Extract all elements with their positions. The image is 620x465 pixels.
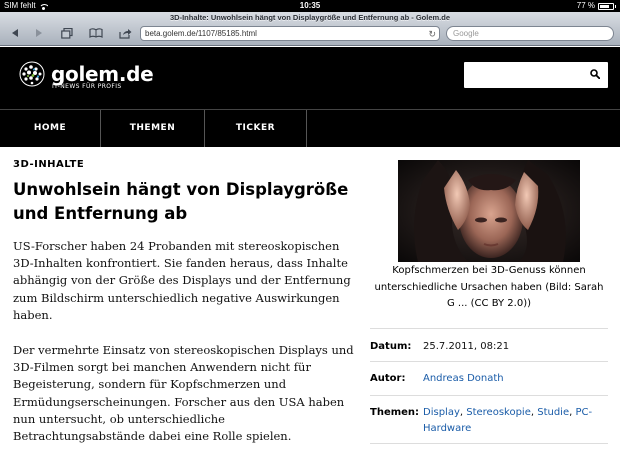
article-kicker: 3D-INHALTE	[13, 159, 85, 170]
browser-toolbar: 3D-Inhalte: Unwohlsein hängt von Display…	[0, 12, 620, 46]
forward-icon	[36, 29, 42, 37]
battery-status: 77 %	[577, 0, 616, 12]
topics-label: Themen:	[370, 407, 420, 418]
meta-author: Autor: Andreas Donath	[370, 361, 608, 395]
status-bar: SIM fehlt 10:35 77 %	[0, 0, 620, 12]
reload-icon[interactable]: ↻	[428, 28, 436, 41]
bookmarks-button[interactable]	[87, 26, 105, 40]
meta-topics: Themen: Display, Stereoskopie, Studie, P…	[370, 395, 608, 443]
tabs-button[interactable]	[58, 26, 76, 40]
topic-link[interactable]: Display	[423, 407, 460, 418]
share-icon	[118, 28, 131, 39]
address-bar[interactable]: beta.golem.de/1107/85185.html ↻	[140, 26, 440, 41]
back-button[interactable]	[6, 26, 24, 40]
bookmarks-icon	[89, 28, 103, 38]
author-link[interactable]: Andreas Donath	[423, 373, 504, 384]
site-logo[interactable]: golem.de IT-NEWS FÜR PROFIS	[18, 60, 154, 90]
forward-button[interactable]	[30, 26, 48, 40]
meta-divider	[370, 443, 608, 444]
url-text[interactable]: beta.golem.de/1107/85185.html	[145, 29, 257, 38]
site-search-input[interactable]	[464, 62, 608, 88]
battery-percent: 77 %	[576, 1, 595, 10]
nav-home[interactable]: HOME	[0, 110, 101, 147]
browser-search-field[interactable]: Google	[446, 26, 614, 41]
battery-icon	[598, 2, 614, 10]
logo-text: golem.de	[51, 62, 154, 86]
date-value: 25.7.2011, 08:21	[423, 341, 510, 352]
meta-date: Datum: 25.7.2011, 08:21	[370, 328, 608, 360]
article-image[interactable]	[398, 160, 580, 262]
logo-tagline: IT-NEWS FÜR PROFIS	[52, 83, 122, 90]
main-nav: HOME THEMEN TICKER	[0, 109, 620, 147]
article-headline: Unwohlsein hängt von Displaygröße und En…	[13, 180, 349, 223]
share-button[interactable]	[116, 26, 134, 40]
article-teaser: US-Forscher haben 24 Probanden mit stere…	[13, 239, 351, 322]
back-icon	[12, 29, 18, 37]
image-caption: Kopfschmerzen bei 3D-Genuss können unter…	[374, 265, 604, 309]
browser-page-title: 3D-Inhalte: Unwohlsein hängt von Display…	[169, 13, 450, 22]
search-icon[interactable]	[590, 69, 600, 79]
tabs-icon	[61, 27, 73, 39]
article-paragraph: Der vermehrte Einsatz von stereoskopisch…	[13, 343, 354, 444]
topics-list: Display, Stereoskopie, Studie, PC-Hardwa…	[423, 405, 608, 437]
author-label: Autor:	[370, 373, 406, 384]
headache-photo-icon	[398, 160, 580, 262]
clock: 10:35	[299, 1, 321, 10]
nav-ticker[interactable]: TICKER	[205, 110, 307, 147]
date-label: Datum:	[370, 341, 412, 352]
topic-link[interactable]: Studie	[537, 407, 569, 418]
logo-mark-icon	[19, 61, 45, 87]
search-placeholder: Google	[453, 29, 479, 38]
nav-themen[interactable]: THEMEN	[101, 110, 205, 147]
topic-link[interactable]: Stereoskopie	[466, 407, 531, 418]
